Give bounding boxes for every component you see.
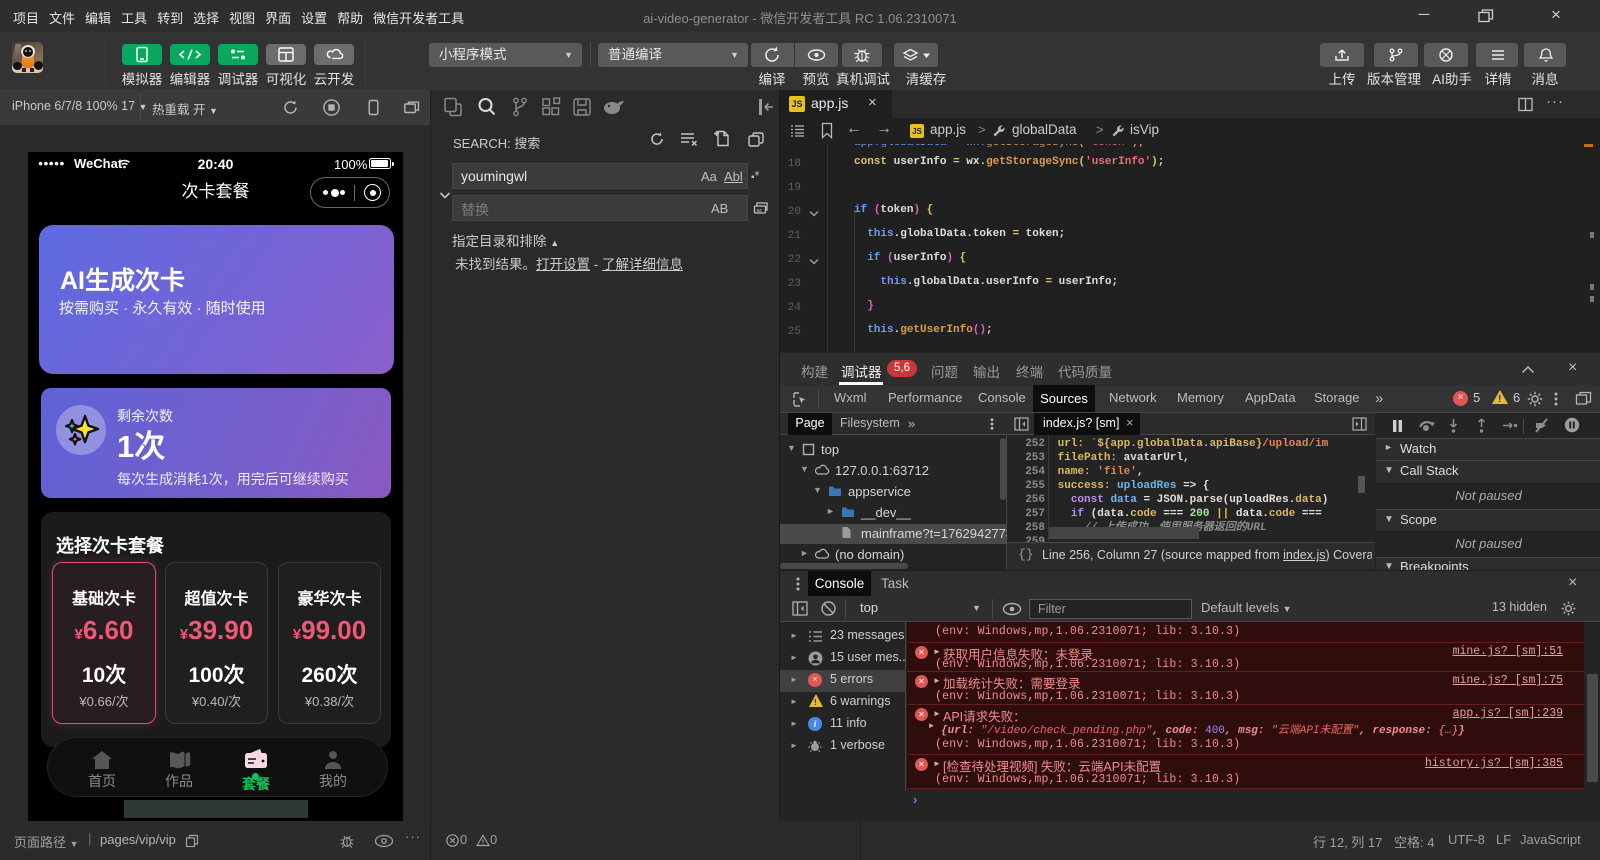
svg-text:ac: ac — [757, 208, 763, 214]
